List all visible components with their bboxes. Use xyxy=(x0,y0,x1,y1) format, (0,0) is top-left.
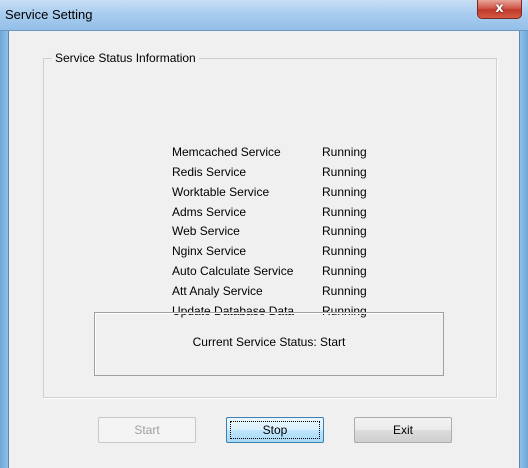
service-status: Running xyxy=(322,284,367,298)
group-title: Service Status Information xyxy=(52,51,199,65)
window-title: Service Setting xyxy=(5,7,93,22)
close-button[interactable]: x xyxy=(477,0,522,19)
service-name: Nginx Service xyxy=(172,244,247,258)
start-button[interactable]: Start xyxy=(98,417,196,443)
current-status-box: Current Service Status: Start xyxy=(94,312,444,376)
title-bar[interactable]: Service Setting x xyxy=(0,0,528,31)
service-name: Adms Service xyxy=(172,205,247,219)
service-status: Running xyxy=(322,264,367,278)
service-setting-window: Service Setting x Service Status Informa… xyxy=(0,0,528,468)
exit-button[interactable]: Exit xyxy=(354,417,452,443)
service-name: Att Analy Service xyxy=(172,284,263,298)
service-name: Memcached Service xyxy=(172,145,281,159)
service-status: Running xyxy=(322,224,367,238)
service-name: Redis Service xyxy=(172,165,247,179)
window-frame-left xyxy=(0,0,9,468)
service-name: Auto Calculate Service xyxy=(172,264,294,278)
focus-ring xyxy=(230,421,320,439)
current-status-text: Current Service Status: Start xyxy=(192,335,346,349)
stop-button[interactable]: Stop xyxy=(226,417,324,443)
window-frame-right xyxy=(519,0,528,468)
close-icon: x xyxy=(495,1,504,16)
service-status: Running xyxy=(322,165,367,179)
service-status: Running xyxy=(322,244,367,258)
service-status: Running xyxy=(322,205,367,219)
service-status-group: Service Status Information Memcached Ser… xyxy=(43,51,497,398)
service-name: Worktable Service xyxy=(172,185,270,199)
service-status: Running xyxy=(322,185,367,199)
dialog-body: Service Status Information Memcached Ser… xyxy=(9,31,519,468)
service-name: Web Service xyxy=(172,224,240,238)
service-status: Running xyxy=(322,145,367,159)
